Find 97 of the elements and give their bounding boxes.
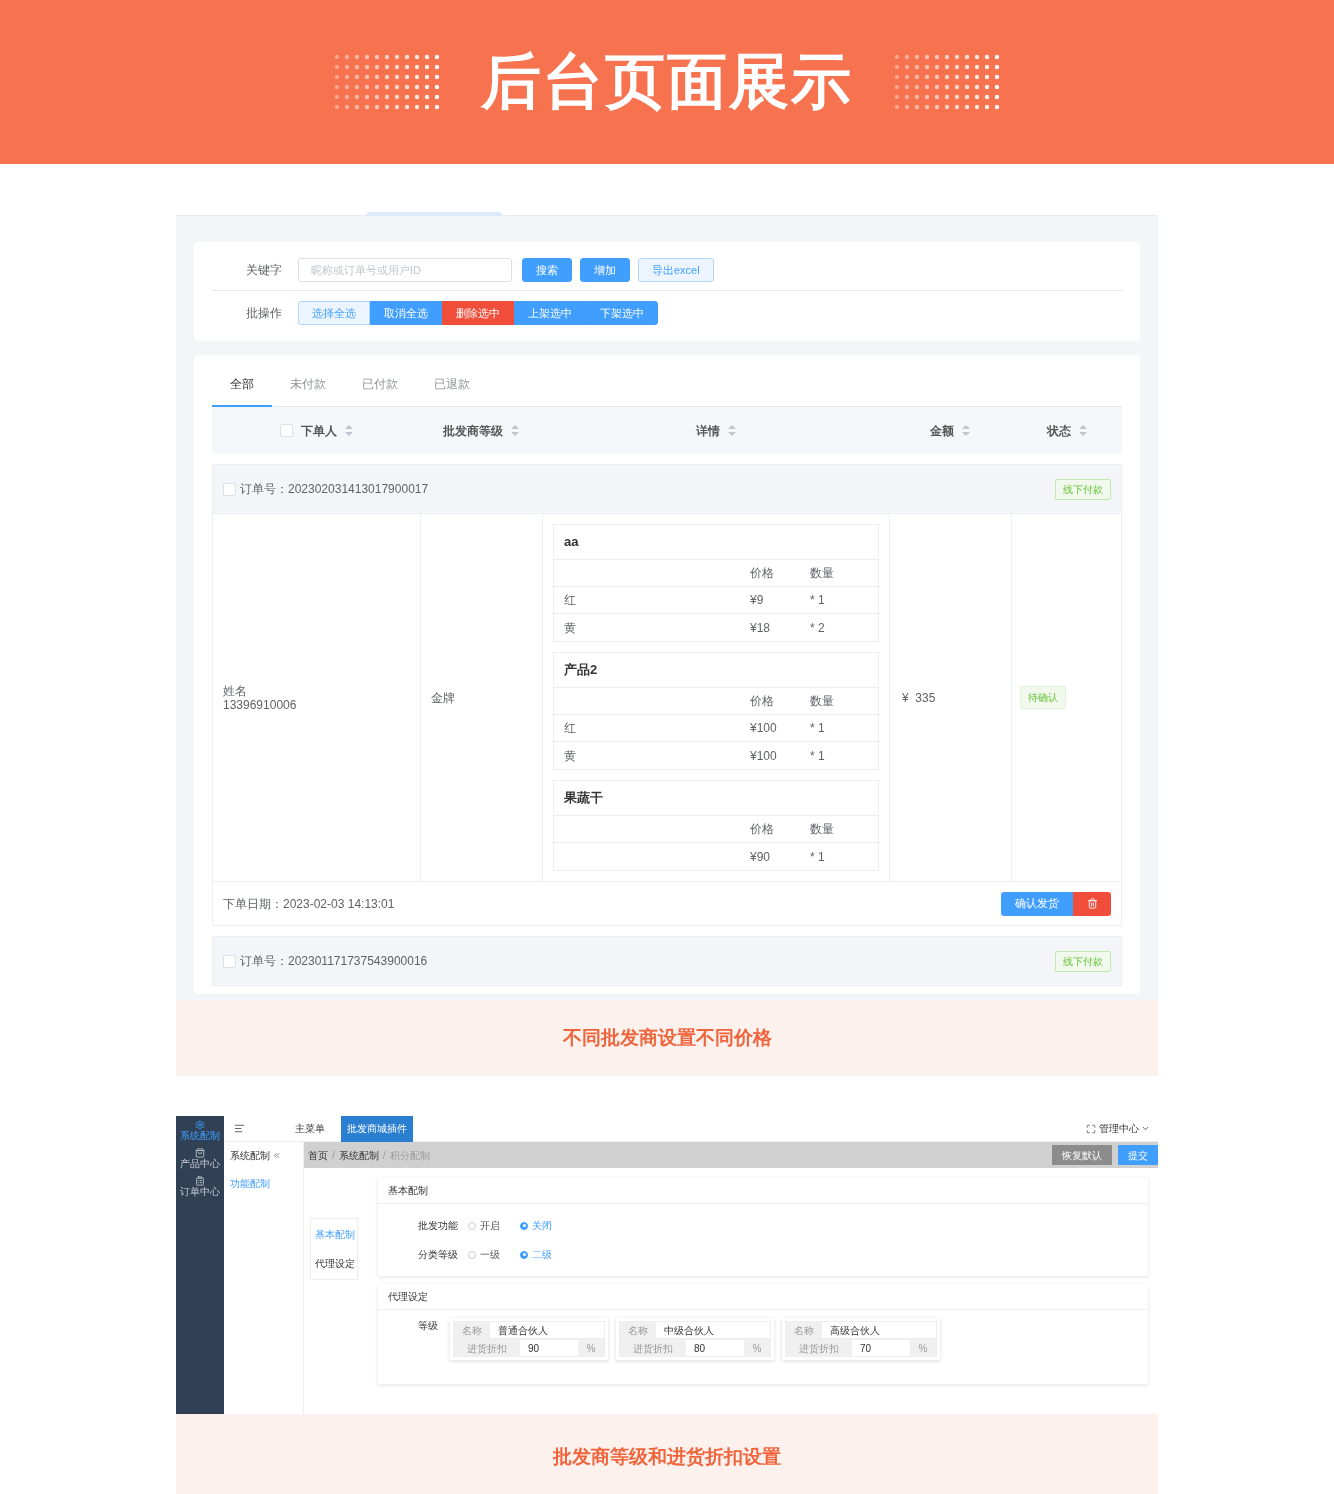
card-title: 代理设定	[388, 1290, 428, 1304]
confirm-shipping-button[interactable]: 确认发货	[1001, 891, 1073, 916]
menu-icon[interactable]	[234, 1123, 245, 1134]
column-header: 价格	[750, 821, 774, 838]
price-cell-text: ¥100	[750, 747, 777, 765]
top-tab[interactable]: 主菜单	[289, 1115, 331, 1142]
status-tab[interactable]: 已退款	[416, 363, 488, 407]
top-tab[interactable]: 批发商城插件	[341, 1115, 413, 1142]
section-link[interactable]: 基本配制	[315, 1227, 357, 1242]
batch-button[interactable]: 下架选中	[586, 301, 658, 325]
batch-button[interactable]: 取消全选	[370, 301, 442, 325]
sidebar-item[interactable]: 产品中心	[180, 1148, 220, 1170]
toolbar-button[interactable]: 增加	[580, 258, 630, 282]
field-label: 关键字	[245, 262, 283, 279]
field-label: 等级	[418, 1319, 438, 1333]
product-name: aa	[564, 533, 579, 552]
quantity-cell-text: * 1	[810, 747, 825, 765]
caption: 不同批发商设置不同价格	[562, 1025, 772, 1050]
breadcrumb-separator: /	[382, 1148, 386, 1163]
variant-cell-text: 红	[564, 592, 576, 609]
breadcrumb-link[interactable]: 首页	[308, 1147, 328, 1163]
action-button[interactable]: 提交	[1118, 1145, 1158, 1165]
toolbar-button[interactable]: 搜索	[522, 258, 572, 282]
order-number: 订单号：202302031413017900017	[240, 481, 429, 498]
status-tab[interactable]: 未付款	[272, 363, 344, 407]
column-header: 数量	[810, 821, 834, 838]
quantity-cell-text: * 1	[810, 848, 825, 866]
status-tag: 待确认	[1020, 686, 1066, 709]
field-label: 批操作	[245, 305, 283, 322]
banner-title: 后台页面展示	[481, 47, 853, 117]
price-cell-text: ¥100	[750, 720, 777, 737]
checkbox[interactable]	[223, 482, 236, 496]
variant-cell-text: 黄	[564, 619, 576, 637]
variant-cell-text: 红	[564, 720, 576, 737]
user-menu[interactable]: 管理中心	[1099, 1121, 1150, 1136]
amount-text: ¥ 335	[902, 689, 936, 707]
price-cell-text: ¥90	[750, 848, 771, 866]
column-header: 详情	[695, 422, 720, 440]
sort-icon	[727, 425, 736, 436]
batch-button[interactable]: 删除选中	[442, 301, 514, 325]
radio-option[interactable]: 一级	[468, 1247, 500, 1262]
level-text: 金牌	[431, 689, 455, 707]
order-date: 下单日期：2023-02-03 14:13:01	[223, 895, 395, 913]
sort-icon	[962, 425, 970, 436]
status-tab[interactable]: 已付款	[344, 363, 416, 407]
field-label: 分类等级	[417, 1248, 458, 1262]
subnav-item[interactable]: 功能配制	[224, 1176, 303, 1191]
column-header: 批发商等级	[443, 422, 503, 440]
sidebar-item[interactable]: 系统配制	[180, 1120, 220, 1142]
sidebar-item[interactable]: 订单中心	[180, 1176, 220, 1198]
radio-option[interactable]: 开启	[468, 1218, 500, 1233]
sort-icon	[511, 425, 519, 436]
column-header: 数量	[810, 565, 834, 582]
quantity-cell-text: * 1	[810, 592, 825, 609]
gear-icon	[195, 1120, 205, 1130]
quantity-cell-text: * 1	[810, 720, 825, 737]
column-header: 价格	[750, 693, 774, 710]
column-header: 金额	[930, 422, 954, 440]
checkbox[interactable]	[223, 954, 236, 968]
column-header: 数量	[810, 693, 834, 710]
product-name: 产品2	[564, 661, 598, 680]
breadcrumb-separator: /	[332, 1148, 335, 1163]
breadcrumb-link[interactable]: 系统配制	[338, 1147, 379, 1163]
delete-button[interactable]	[1073, 891, 1111, 916]
batch-button[interactable]: 上架选中	[514, 301, 586, 325]
radio-option[interactable]: 二级	[520, 1247, 552, 1262]
variant-cell-text: 黄	[564, 747, 576, 765]
checkbox[interactable]	[279, 424, 293, 437]
trash-icon	[1086, 898, 1098, 909]
caret-icon	[1141, 1124, 1150, 1133]
buyer-text: 13396910006	[223, 697, 298, 712]
subnav-title: 系统配制	[230, 1148, 270, 1163]
column-header: 下单人	[300, 422, 337, 440]
collapse-icon[interactable]	[272, 1150, 281, 1160]
quantity-cell-text: * 2	[810, 619, 825, 637]
field-label: 批发功能	[417, 1219, 458, 1233]
price-cell-text: ¥18	[750, 619, 771, 637]
column-header: 价格	[750, 565, 774, 582]
fullscreen-icon[interactable]	[1086, 1123, 1096, 1134]
batch-button[interactable]: 选择全选	[298, 301, 370, 325]
caption: 批发商等级和进货折扣设置	[553, 1444, 781, 1469]
column-header: 状态	[1046, 422, 1071, 440]
radio-option[interactable]: 关闭	[520, 1218, 552, 1233]
buyer-text: 姓名	[223, 683, 248, 698]
bag-icon	[195, 1148, 205, 1158]
card-title: 基本配制	[388, 1184, 428, 1198]
product-name: 果蔬干	[564, 789, 603, 808]
section-link[interactable]: 代理设定	[315, 1256, 357, 1271]
payment-tag: 线下付款	[1055, 950, 1111, 972]
sort-icon	[1078, 425, 1087, 436]
clipboard-icon	[195, 1176, 205, 1186]
toolbar-button[interactable]: 导出excel	[638, 258, 714, 282]
payment-tag: 线下付款	[1055, 478, 1111, 500]
price-cell-text: ¥9	[750, 592, 764, 609]
sort-icon	[344, 425, 353, 436]
order-number: 订单号：202301171737543900016	[240, 953, 428, 970]
action-button[interactable]: 恢复默认	[1052, 1145, 1112, 1165]
